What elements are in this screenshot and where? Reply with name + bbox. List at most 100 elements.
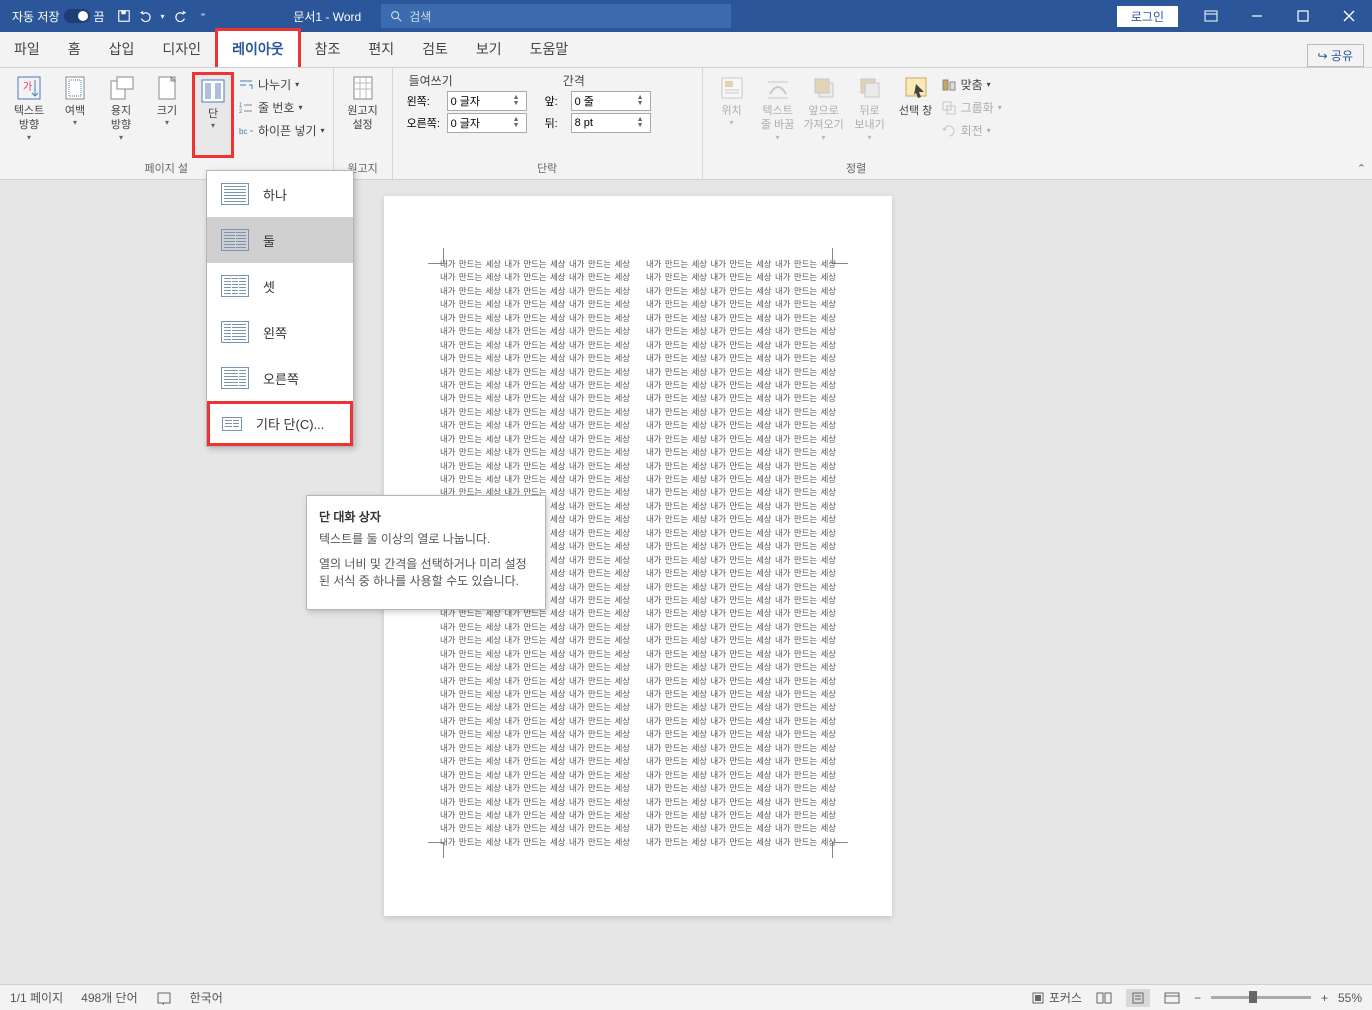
web-layout-icon[interactable]: [1160, 989, 1184, 1007]
columns-right-icon: [221, 367, 249, 389]
tab-file[interactable]: 파일: [0, 31, 54, 67]
close-icon[interactable]: [1326, 0, 1372, 32]
tab-references[interactable]: 참조: [301, 31, 355, 67]
svg-text:bc: bc: [239, 127, 247, 136]
chevron-down-icon: ▾: [730, 118, 734, 127]
manuscript-settings-button[interactable]: 원고지 설정: [342, 72, 384, 158]
columns-label: 단: [208, 107, 218, 121]
tab-home[interactable]: 홈: [54, 31, 95, 67]
align-icon: [941, 77, 957, 93]
wrap-label: 텍스트 줄 바꿈: [761, 104, 794, 133]
search-box[interactable]: 검색: [381, 4, 731, 28]
send-backward-icon: [856, 74, 884, 102]
columns-left[interactable]: 왼쪽: [207, 309, 353, 355]
focus-mode-button[interactable]: 포커스: [1031, 989, 1082, 1006]
orientation-icon: [107, 74, 135, 102]
search-icon: [389, 9, 403, 23]
indent-left-input[interactable]: 0 글자 ▲▼: [447, 91, 527, 111]
undo-dropdown-icon[interactable]: ▾: [161, 12, 165, 21]
selection-pane-icon: [902, 74, 930, 102]
redo-icon[interactable]: [173, 9, 187, 23]
bring-forward-button: 앞으로 가져오기 ▾: [803, 72, 845, 158]
margins-icon: [61, 74, 89, 102]
tab-view[interactable]: 보기: [462, 31, 516, 67]
share-button[interactable]: ↪ 공유: [1307, 44, 1364, 67]
align-label: 맞춤: [961, 76, 983, 93]
tab-design[interactable]: 디자인: [148, 31, 215, 67]
zoom-out-button[interactable]: −: [1194, 991, 1201, 1005]
svg-text:가: 가: [23, 81, 32, 93]
spinner-icon[interactable]: ▲▼: [637, 117, 647, 130]
indent-heading: 들여쓰기: [409, 72, 453, 89]
maximize-icon[interactable]: [1280, 0, 1326, 32]
collapse-ribbon-icon[interactable]: ⌃: [1357, 162, 1366, 175]
zoom-thumb[interactable]: [1249, 991, 1257, 1003]
tab-review[interactable]: 검토: [408, 31, 462, 67]
align-button[interactable]: 맞춤 ▾: [941, 74, 1002, 95]
tab-layout[interactable]: 레이아웃: [215, 28, 301, 67]
document-title: 문서1 - Word: [293, 8, 361, 25]
indent-right-input[interactable]: 0 글자 ▲▼: [447, 113, 527, 133]
margins-button[interactable]: 여백 ▾: [54, 72, 96, 158]
qat-customize-icon[interactable]: ⁼: [195, 11, 206, 22]
print-layout-icon[interactable]: [1126, 989, 1150, 1007]
ribbon: 가 텍스트 방향 ▾ 여백 ▾ 용지 방향 ▾ 크기 ▾ 단: [0, 68, 1372, 180]
focus-label: 포커스: [1049, 989, 1082, 1006]
zoom-in-button[interactable]: +: [1321, 991, 1328, 1005]
hyphenation-label: 하이픈 넣기: [258, 122, 317, 139]
columns-one[interactable]: 하나: [207, 171, 353, 217]
columns-button[interactable]: 단 ▾: [192, 72, 234, 158]
hyphenation-icon: bc: [238, 123, 254, 139]
group-icon: [941, 100, 957, 116]
line-numbers-icon: 12: [238, 100, 254, 116]
zoom-level[interactable]: 55%: [1338, 991, 1362, 1005]
size-button[interactable]: 크기 ▾: [146, 72, 188, 158]
breaks-button[interactable]: 나누기 ▾: [238, 74, 325, 95]
space-before-input[interactable]: 0 줄▲▼: [571, 91, 651, 111]
spinner-icon[interactable]: ▲▼: [637, 95, 647, 108]
rotate-label: 회전: [961, 122, 983, 139]
save-icon[interactable]: [117, 9, 131, 23]
group-objects-button: 그룹화 ▾: [941, 97, 1002, 118]
page-indicator[interactable]: 1/1 페이지: [10, 989, 63, 1006]
zoom-slider[interactable]: [1211, 996, 1311, 999]
undo-icon[interactable]: [139, 9, 153, 23]
spinner-icon[interactable]: ▲▼: [513, 117, 523, 130]
orientation-label: 용지 방향: [111, 104, 131, 133]
status-bar: 1/1 페이지 498개 단어 한국어 포커스 − + 55%: [0, 984, 1372, 1010]
columns-more[interactable]: 기타 단(C)...: [207, 401, 353, 446]
columns-three[interactable]: 셋: [207, 263, 353, 309]
autosave-toggle[interactable]: 자동 저장 끔: [8, 6, 109, 27]
group-arrange: 위치 ▾ 텍스트 줄 바꿈 ▾ 앞으로 가져오기 ▾ 뒤로 보내기 ▾ 선택 창: [703, 68, 1010, 179]
columns-two[interactable]: 둘: [207, 217, 353, 263]
proofing-icon[interactable]: [156, 990, 172, 1006]
text-direction-button[interactable]: 가 텍스트 방향 ▾: [8, 72, 50, 158]
read-mode-icon[interactable]: [1092, 989, 1116, 1007]
tooltip-line: 텍스트를 둘 이상의 열로 나눕니다.: [319, 531, 533, 548]
search-placeholder: 검색: [409, 8, 431, 25]
indent-left-value: 0 글자: [451, 93, 480, 109]
space-after-input[interactable]: 8 pt▲▼: [571, 113, 651, 133]
language-indicator[interactable]: 한국어: [190, 989, 223, 1006]
manuscript-icon: [349, 74, 377, 102]
selection-pane-button[interactable]: 선택 창: [895, 72, 937, 158]
bring-forward-label: 앞으로 가져오기: [803, 104, 843, 133]
group-page-setup: 가 텍스트 방향 ▾ 여백 ▾ 용지 방향 ▾ 크기 ▾ 단: [0, 68, 334, 179]
tab-insert[interactable]: 삽입: [95, 31, 149, 67]
tooltip-title: 단 대화 상자: [319, 508, 533, 525]
columns-left-label: 왼쪽: [263, 323, 287, 342]
indent-right-value: 0 글자: [451, 115, 480, 131]
orientation-button[interactable]: 용지 방향 ▾: [100, 72, 142, 158]
login-button[interactable]: 로그인: [1117, 6, 1178, 27]
columns-right[interactable]: 오른쪽: [207, 355, 353, 401]
line-numbers-button[interactable]: 12줄 번호 ▾: [238, 97, 325, 118]
spinner-icon[interactable]: ▲▼: [513, 95, 523, 108]
minimize-icon[interactable]: [1234, 0, 1280, 32]
word-count[interactable]: 498개 단어: [81, 989, 137, 1006]
ribbon-display-icon[interactable]: [1188, 0, 1234, 32]
columns-right-label: 오른쪽: [263, 369, 299, 388]
tab-help[interactable]: 도움말: [516, 31, 583, 67]
hyphenation-button[interactable]: bc하이픈 넣기 ▾: [238, 120, 325, 141]
tab-mailings[interactable]: 편지: [354, 31, 408, 67]
space-before-label: 앞:: [545, 93, 565, 109]
